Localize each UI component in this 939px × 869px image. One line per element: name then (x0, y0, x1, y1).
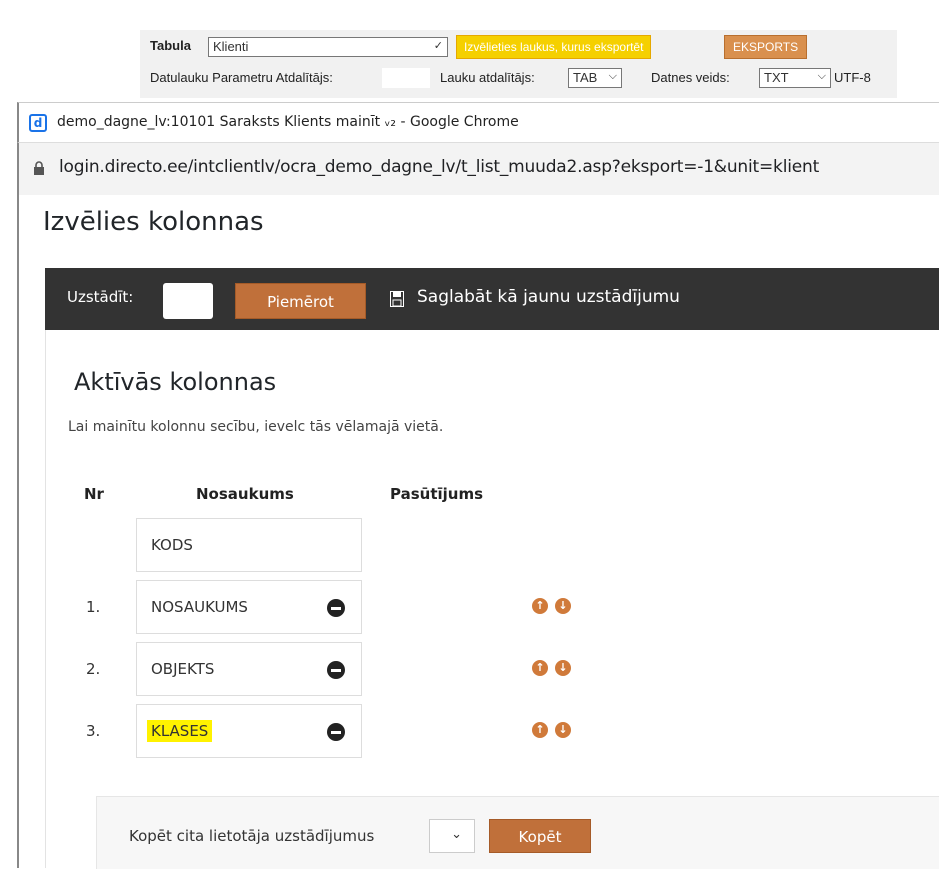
address-bar[interactable]: login.directo.ee/intclientlv/ocra_demo_d… (17, 142, 939, 195)
col-header-name: Nosaukums (196, 485, 294, 503)
remove-icon[interactable] (327, 661, 345, 679)
chevron-down-icon: ⌄ (451, 827, 462, 842)
file-type-value: TXT (764, 70, 789, 85)
apply-button[interactable]: Piemērot (235, 283, 366, 319)
date-separator-input[interactable] (382, 68, 430, 88)
save-as-new-link[interactable]: Saglabāt kā jaunu uzstādījumu (417, 287, 680, 307)
column-item-klases[interactable]: KLASES (136, 704, 362, 758)
page-content: Izvēlies kolonnas Uzstādīt: Piemērot Sag… (17, 195, 939, 869)
choose-fields-button[interactable]: Izvēlieties laukus, kurus eksportēt (456, 35, 652, 59)
field-separator-value: TAB (573, 70, 598, 85)
copy-settings-label: Kopēt cita lietotāja uzstādījumus (129, 827, 375, 845)
date-separator-label: Datulauku Parametru Atdalītājs: (150, 70, 333, 85)
col-header-order: Pasūtījums (390, 485, 484, 503)
column-item-objekts[interactable]: OBJEKTS (136, 642, 362, 696)
lock-icon (34, 161, 44, 175)
url-text: login.directo.ee/intclientlv/ocra_demo_d… (59, 157, 820, 177)
encoding-label: UTF-8 (834, 70, 871, 85)
row-number: 2. (86, 660, 101, 678)
reorder-hint: Lai mainītu kolonnu secību, ievelc tās v… (68, 419, 444, 435)
move-up-icon[interactable]: ↑ (532, 722, 548, 738)
set-label: Uzstādīt: (67, 288, 134, 306)
copy-button[interactable]: Kopēt (489, 819, 591, 853)
column-item-kods[interactable]: KODS (136, 518, 362, 572)
row-number: 1. (86, 598, 101, 616)
tabula-select-value: Klienti (213, 39, 249, 54)
remove-icon[interactable] (327, 599, 345, 617)
user-select[interactable]: ⌄ (429, 819, 475, 853)
chevron-down-icon: ⌵ (817, 70, 826, 82)
column-name: NOSAUKUMS (151, 598, 248, 616)
column-name: KODS (151, 536, 193, 554)
column-item-nosaukums[interactable]: NOSAUKUMS (136, 580, 362, 634)
field-separator-select[interactable]: TAB ⌵ (568, 68, 622, 88)
move-down-icon[interactable]: ↓ (555, 598, 571, 614)
remove-icon[interactable] (327, 723, 345, 741)
active-columns-panel: Aktīvās kolonnas Lai mainītu kolonnu sec… (45, 330, 939, 869)
tabula-select[interactable]: Klienti ✓ (208, 37, 448, 57)
move-down-icon[interactable]: ↓ (555, 660, 571, 676)
highlighted-text: KLASES (147, 720, 213, 742)
set-input[interactable] (163, 283, 213, 319)
settings-bar: Uzstādīt: Piemērot Saglabāt kā jaunu uzs… (45, 268, 939, 330)
export-button[interactable]: EKSPORTS (724, 35, 808, 59)
directo-logo-icon: d (29, 114, 47, 132)
move-up-icon[interactable]: ↑ (532, 598, 548, 614)
move-up-icon[interactable]: ↑ (532, 660, 548, 676)
window-titlebar: d demo_dagne_lv:10101 Saraksts Klients m… (17, 102, 939, 143)
active-columns-heading: Aktīvās kolonnas (74, 368, 277, 396)
chevron-down-icon: ✓ (433, 40, 443, 52)
field-separator-label: Lauku atdalītājs: (440, 70, 535, 85)
file-type-label: Datnes veids: (651, 70, 730, 85)
export-toolbar: Tabula Klienti ✓ Izvēlieties laukus, kur… (140, 30, 897, 98)
window-title: demo_dagne_lv:10101 Saraksts Klients mai… (57, 114, 519, 130)
column-name: OBJEKTS (151, 660, 215, 678)
file-type-select[interactable]: TXT ⌵ (759, 68, 831, 88)
chevron-down-icon: ⌵ (608, 70, 617, 82)
column-name: KLASES (147, 720, 213, 742)
save-icon[interactable] (390, 291, 404, 307)
copy-settings-box: Kopēt cita lietotāja uzstādījumus ⌄ Kopē… (96, 796, 939, 869)
tabula-label: Tabula (150, 38, 191, 53)
page-title: Izvēlies kolonnas (43, 207, 264, 237)
move-down-icon[interactable]: ↓ (555, 722, 571, 738)
row-number: 3. (86, 722, 101, 740)
col-header-nr: Nr (84, 485, 104, 503)
